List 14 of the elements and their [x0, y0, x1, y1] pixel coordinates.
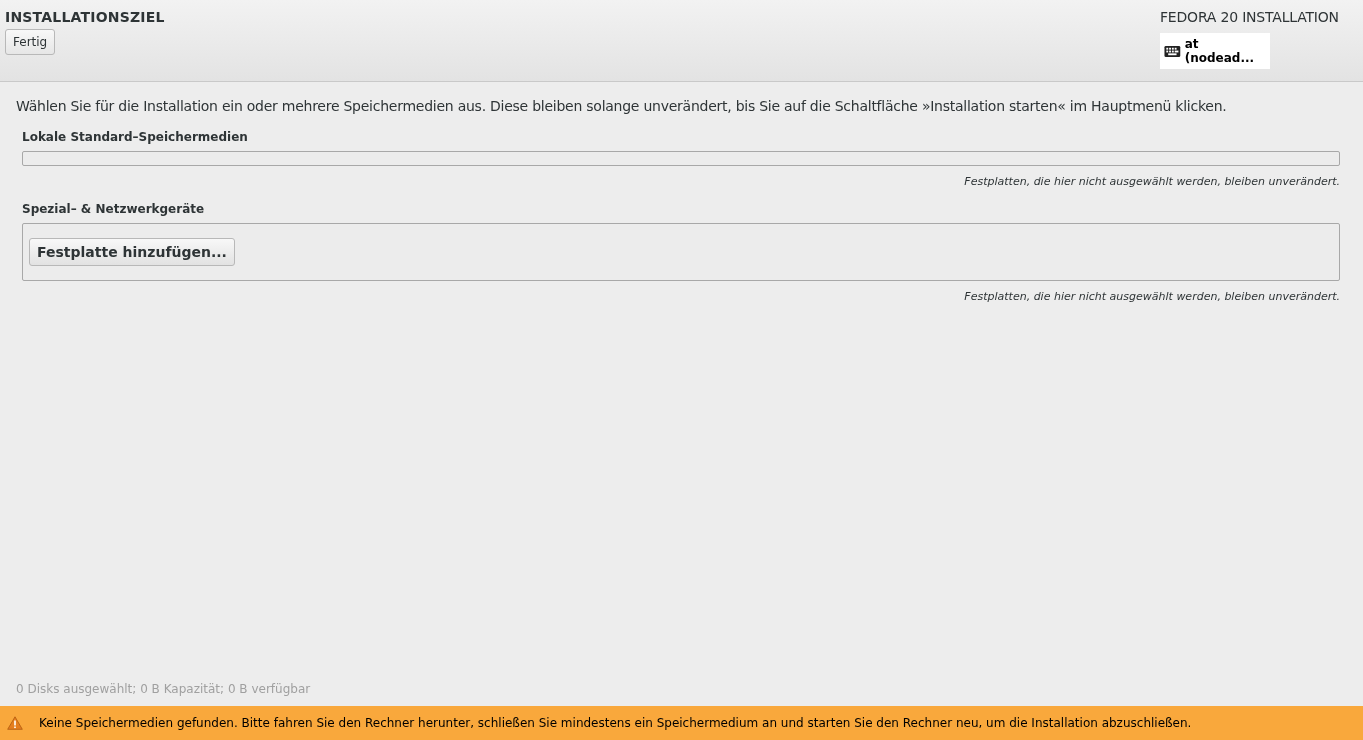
- warning-icon: [7, 716, 23, 730]
- section-note: Festplatten, die hier nicht ausgewählt werden, bleiben unverändert.: [964, 290, 1340, 303]
- keyboard-layout-label: at (nodead...: [1184, 37, 1256, 65]
- product-title: FEDORA 20 INSTALLATION: [1160, 9, 1339, 25]
- intro-text: Wählen Sie für die Installation ein oder mehrere Speichermedien aus. Diese bleiben solange unverändert, bis Sie auf die Schaltfläche »Installation starten« im Hauptmenü klicken.: [16, 98, 1228, 114]
- section-heading: Lokale Standard–Speichermedien: [22, 130, 249, 144]
- add-disk-button[interactable]: Festplatte hinzufügen...: [29, 238, 235, 266]
- done-button[interactable]: Fertig: [5, 29, 56, 55]
- keyboard-icon: [1164, 44, 1181, 58]
- page-title: INSTALLATIONSZIEL: [5, 9, 165, 25]
- warning-message: Keine Speichermedien gefunden. Bitte fahren Sie den Rechner herunter, schließen Sie mindestens ein Speichermedium an und starten Sie den Rechner neu, um die Installation abzuschließen.: [39, 716, 1192, 730]
- keyboard-layout-indicator[interactable]: at (nodead...: [1160, 33, 1270, 69]
- section-heading: Spezial– & Netzwerkgeräte: [22, 202, 206, 216]
- section-note: Festplatten, die hier nicht ausgewählt werden, bleiben unverändert.: [964, 175, 1340, 188]
